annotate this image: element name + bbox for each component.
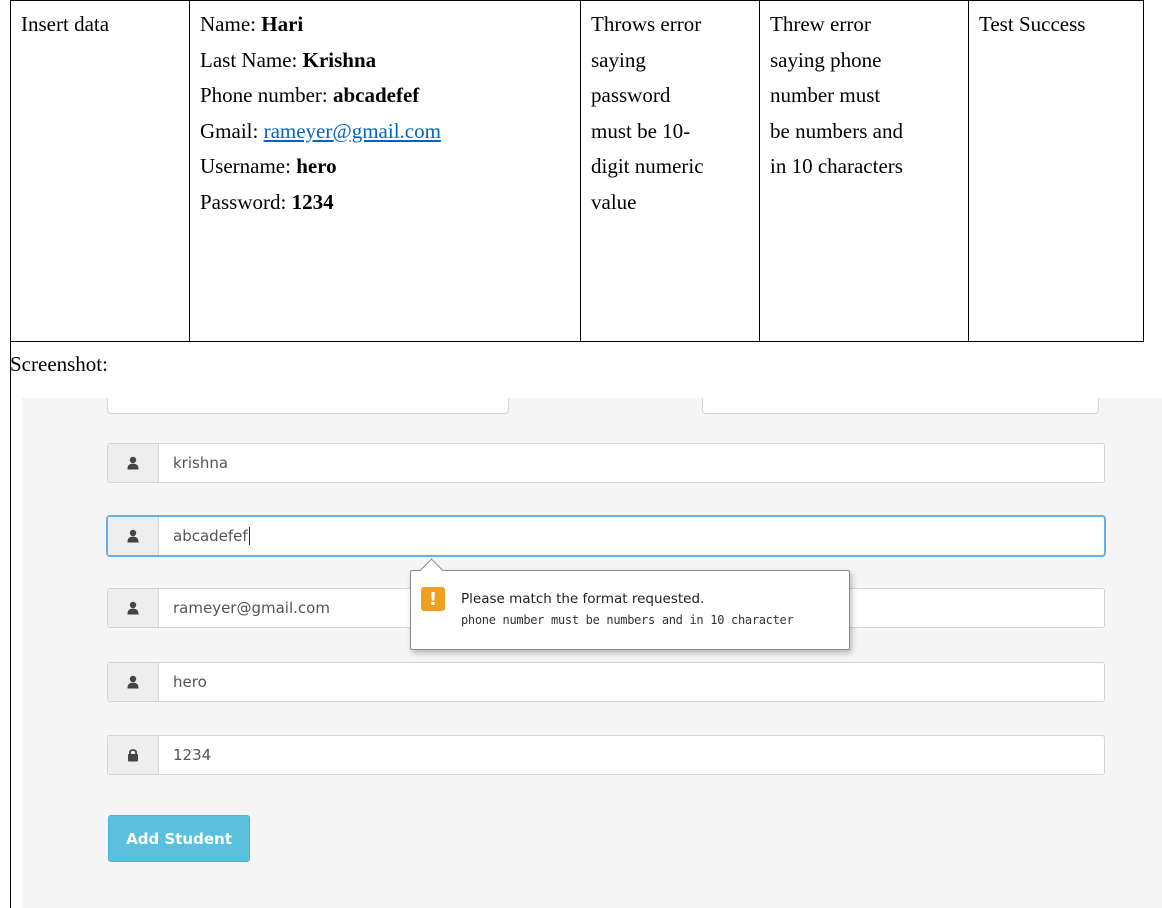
expected-line: value xyxy=(591,189,637,214)
user-icon xyxy=(108,517,159,555)
last-name-input[interactable]: krishna xyxy=(159,444,1104,482)
actual-line: in 10 characters xyxy=(770,154,903,178)
action-cell: Insert data xyxy=(10,0,190,342)
input-data-cell: Name: Hari Last Name: Krishna Phone numb… xyxy=(189,0,581,342)
add-student-button[interactable]: Add Student xyxy=(108,815,250,862)
expected-line: digit numeric xyxy=(591,154,704,178)
warning-icon: ! xyxy=(421,587,445,611)
tooltip-title: Please match the format requested. xyxy=(461,591,705,607)
username-input-group: hero xyxy=(107,662,1105,702)
phone-input-group: abcadefef xyxy=(107,516,1105,556)
tooltip-arrow xyxy=(419,558,444,583)
action-text: Insert data xyxy=(21,12,110,36)
last-name-input-group: krishna xyxy=(107,443,1105,483)
password-input[interactable]: 1234 xyxy=(159,736,1104,774)
actual-line: be numbers and xyxy=(770,118,903,143)
field-last-name: Last Name: Krishna xyxy=(200,47,377,72)
actual-cell: Threw error saying phone number must be … xyxy=(759,0,969,342)
actual-line: Threw error xyxy=(770,12,871,36)
expected-line: password xyxy=(591,83,671,107)
expected-line: must be 10- xyxy=(591,118,691,143)
screenshot-label: Screenshot: xyxy=(10,352,108,376)
actual-line: saying phone xyxy=(770,47,882,72)
field-phone: Phone number: abcadefef xyxy=(200,83,420,107)
field-name: Name: Hari xyxy=(200,12,304,36)
validation-tooltip: ! Please match the format requested. pho… xyxy=(410,558,850,650)
user-icon xyxy=(108,589,159,627)
actual-line: number must xyxy=(770,83,881,107)
field-gmail: Gmail: rameyer@gmail.com xyxy=(200,118,441,143)
phone-input[interactable]: abcadefef xyxy=(159,517,1104,555)
form-screenshot: krishna abcadefef rameyer@gmail.com hero xyxy=(22,398,1162,908)
test-case-table: Insert data Name: Hari Last Name: Krishn… xyxy=(10,0,1144,342)
tooltip-message: phone number must be numbers and in 10 c… xyxy=(461,613,794,627)
password-input-group: 1234 xyxy=(107,735,1105,775)
field-password: Password: 1234 xyxy=(200,189,334,214)
top-select-right[interactable] xyxy=(702,398,1099,414)
text-caret xyxy=(248,527,250,545)
username-input[interactable]: hero xyxy=(159,663,1104,701)
expected-cell: Throws error saying password must be 10-… xyxy=(580,0,760,342)
top-select-left[interactable] xyxy=(107,398,509,414)
gmail-link[interactable]: rameyer@gmail.com xyxy=(264,119,441,143)
expected-line: Throws error xyxy=(591,12,702,36)
phone-input-text: abcadefef xyxy=(173,527,248,545)
document-page: Insert data Name: Hari Last Name: Krishn… xyxy=(0,0,1162,908)
field-username: Username: hero xyxy=(200,154,337,178)
result-cell: Test Success xyxy=(968,0,1144,342)
expected-line: saying xyxy=(591,47,646,72)
result-text: Test Success xyxy=(979,12,1086,36)
lock-icon xyxy=(108,736,159,774)
user-icon xyxy=(108,663,159,701)
test-case-row: Insert data Name: Hari Last Name: Krishn… xyxy=(10,0,1144,342)
user-icon xyxy=(108,444,159,482)
